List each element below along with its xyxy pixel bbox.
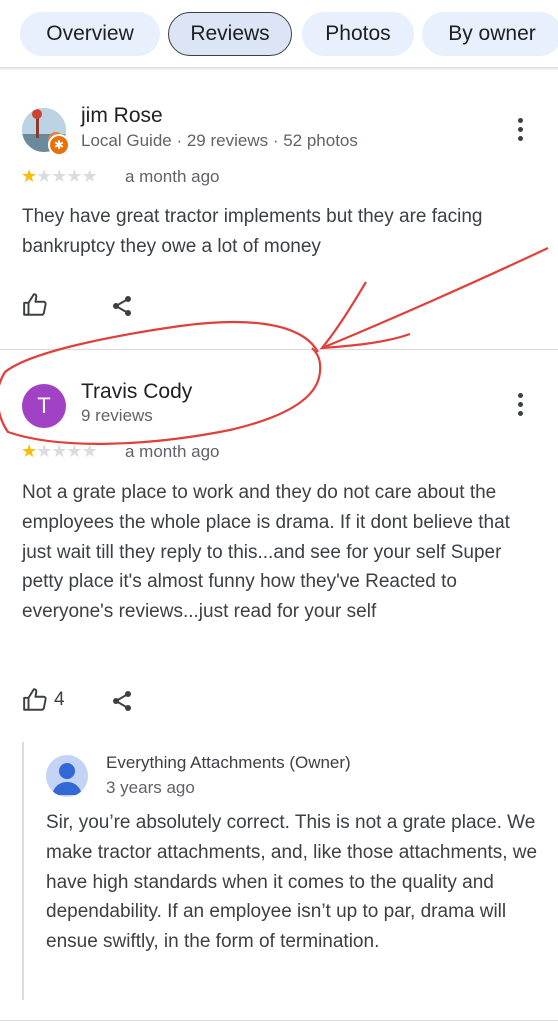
reviewer-name[interactable]: jim Rose xyxy=(81,104,163,128)
share-icon[interactable] xyxy=(110,689,134,713)
star-empty-icon: ★ xyxy=(81,441,98,461)
share-icon[interactable] xyxy=(110,294,134,318)
review-divider xyxy=(0,349,558,350)
review-divider xyxy=(0,1020,558,1021)
reply-time: 3 years ago xyxy=(106,778,195,797)
reviewer-meta: 9 reviews xyxy=(81,406,153,425)
review-text: They have great tractor implements but t… xyxy=(22,206,483,257)
more-vert-icon[interactable] xyxy=(515,118,525,144)
tab-photos[interactable]: Photos xyxy=(302,12,414,56)
tab-by-owner[interactable]: By owner xyxy=(422,12,558,56)
thumbs-up-icon[interactable] xyxy=(22,292,48,318)
tab-bar: Overview Reviews Photos By owner xyxy=(0,0,558,68)
star-empty-icon: ★ xyxy=(36,166,52,186)
star-rating: ★★★★★ xyxy=(21,441,98,462)
star-empty-icon: ★ xyxy=(81,166,98,186)
tab-overview[interactable]: Overview xyxy=(20,12,160,56)
star-empty-icon: ★ xyxy=(51,441,67,461)
star-empty-icon: ★ xyxy=(36,441,52,461)
thumbs-up-icon[interactable] xyxy=(22,687,48,713)
review-text: Not a grate place to work and they do no… xyxy=(22,482,510,623)
person-icon xyxy=(52,763,82,795)
star-empty-icon: ★ xyxy=(51,166,67,186)
reviewer-name[interactable]: Travis Cody xyxy=(81,380,192,404)
reviewer-avatar[interactable]: T xyxy=(22,384,66,428)
like-count: 4 xyxy=(54,689,65,710)
star-filled-icon: ★ xyxy=(21,441,37,461)
header-shadow xyxy=(0,67,558,70)
star-rating: ★★★★★ xyxy=(21,166,98,187)
review-time: a month ago xyxy=(125,442,220,461)
more-vert-icon[interactable] xyxy=(515,393,525,419)
local-guide-badge-icon: ✱ xyxy=(48,134,70,156)
star-empty-icon: ★ xyxy=(66,166,82,186)
tab-reviews[interactable]: Reviews xyxy=(168,12,292,56)
star-empty-icon: ★ xyxy=(66,441,82,461)
owner-name: Everything Attachments (Owner) xyxy=(106,753,351,772)
review-time: a month ago xyxy=(125,167,220,186)
reviewer-meta: Local Guide · 29 reviews · 52 photos xyxy=(81,131,358,150)
reply-indent-bar xyxy=(22,742,24,1000)
owner-avatar xyxy=(46,755,88,797)
star-filled-icon: ★ xyxy=(21,166,37,186)
reply-text: Sir, you’re absolutely correct. This is … xyxy=(46,812,538,953)
